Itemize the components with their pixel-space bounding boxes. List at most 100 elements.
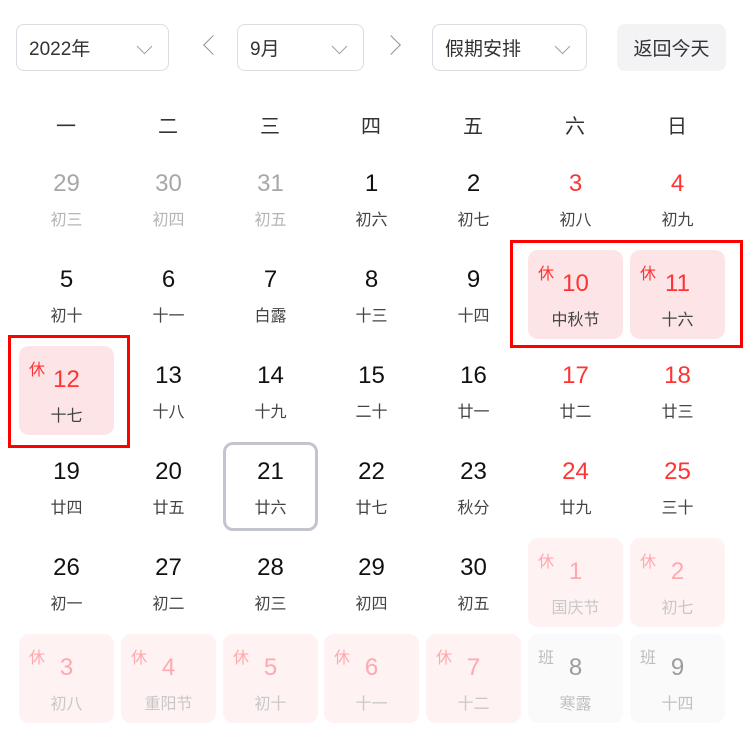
day-number: 15 [358,362,385,389]
lunar-date: 初九 [661,212,694,229]
day-cell[interactable]: 4 初九 [630,154,725,243]
back-to-today-button[interactable]: 返回今天 [617,24,726,71]
day-cell[interactable]: 班 9 十四 [630,634,725,723]
day-number: 30 [460,554,487,581]
day-number: 1 [364,170,379,197]
day-number: 26 [53,554,80,581]
lunar-date: 廿四 [50,500,83,517]
day-cell[interactable]: 9 十四 [426,250,521,339]
day-cell[interactable]: 19 廿四 [19,442,114,531]
day-cell[interactable]: 22 廿七 [324,442,419,531]
next-month-chevron-right-icon[interactable] [381,35,401,55]
day-cell[interactable]: 休 6 十一 [324,634,419,723]
lunar-date: 初五 [457,596,490,613]
lunar-date: 初六 [355,212,388,229]
lunar-date: 十一 [355,696,388,713]
day-cell[interactable]: 14 十九 [223,346,318,435]
lunar-date: 廿六 [254,500,287,517]
day-cell[interactable]: 休 5 初十 [223,634,318,723]
weekday-label: 二 [158,116,178,138]
day-number: 30 [155,170,182,197]
day-cell[interactable]: 2 初七 [426,154,521,243]
day-number: 10 [562,270,589,297]
day-cell[interactable]: 休 7 十二 [426,634,521,723]
month-select[interactable]: 9月 [237,24,364,71]
lunar-date: 十九 [254,404,287,421]
chevron-down-icon [331,38,348,55]
day-cell[interactable]: 休 3 初八 [19,634,114,723]
year-select[interactable]: 2022年 [16,24,169,71]
lunar-date: 初八 [50,696,83,713]
day-cell[interactable]: 休 2 初七 [630,538,725,627]
lunar-date: 初三 [254,596,287,613]
day-cell[interactable]: 18 廿三 [630,346,725,435]
day-number: 9 [466,266,481,293]
lunar-date: 重阳节 [144,696,193,713]
lunar-date: 十八 [152,404,185,421]
day-number: 11 [665,270,690,297]
day-cell[interactable]: 29 初四 [324,538,419,627]
day-number: 23 [460,458,487,485]
lunar-date: 三十 [661,500,694,517]
day-cell[interactable]: 30 初四 [121,154,216,243]
day-cell[interactable]: 29 初三 [19,154,114,243]
day-number: 16 [460,362,487,389]
day-cell[interactable]: 休 1 国庆节 [528,538,623,627]
day-cell[interactable]: 8 十三 [324,250,419,339]
lunar-date: 二十 [355,404,388,421]
day-number: 6 [364,654,379,681]
day-cell[interactable]: 31 初五 [223,154,318,243]
day-cell[interactable]: 23 秋分 [426,442,521,531]
lunar-date: 廿三 [661,404,694,421]
day-cell[interactable]: 休 10 中秋节 [528,250,623,339]
day-number: 19 [53,458,80,485]
day-cell[interactable]: 13 十八 [121,346,216,435]
weekday-label: 三 [260,116,280,138]
lunar-date: 廿一 [457,404,490,421]
day-number: 8 [364,266,379,293]
day-cell[interactable]: 1 初六 [324,154,419,243]
day-number: 3 [568,170,583,197]
day-cell[interactable]: 7 白露 [223,250,318,339]
day-cell[interactable]: 休 12 十七 [19,346,114,435]
day-number: 1 [568,558,583,585]
lunar-date: 初八 [559,212,592,229]
day-number: 4 [670,170,685,197]
holiday-select[interactable]: 假期安排 [432,24,587,71]
lunar-date: 初七 [457,212,490,229]
day-cell[interactable]: 6 十一 [121,250,216,339]
day-number: 25 [664,458,691,485]
lunar-date: 初七 [661,600,694,617]
day-cell[interactable]: 25 三十 [630,442,725,531]
day-number: 18 [664,362,691,389]
weekday-label: 一 [56,116,76,138]
day-cell[interactable]: 休 11 十六 [630,250,725,339]
day-number: 7 [466,654,481,681]
holiday-select-value: 假期安排 [445,39,522,60]
lunar-date: 十三 [355,308,388,325]
year-select-value: 2022年 [29,39,91,60]
day-number: 5 [59,266,74,293]
day-cell[interactable]: 21 廿六 [223,442,318,531]
day-cell[interactable]: 24 廿九 [528,442,623,531]
lunar-date: 廿七 [355,500,388,517]
day-cell[interactable]: 16 廿一 [426,346,521,435]
day-cell[interactable]: 班 8 寒露 [528,634,623,723]
lunar-date: 初三 [50,212,83,229]
prev-month-chevron-left-icon[interactable] [203,35,223,55]
lunar-date: 寒露 [559,696,592,713]
day-cell[interactable]: 5 初十 [19,250,114,339]
lunar-date: 初十 [50,308,83,325]
day-cell[interactable]: 休 4 重阳节 [121,634,216,723]
day-number: 24 [562,458,589,485]
day-number: 3 [59,654,74,681]
day-number: 5 [263,654,278,681]
day-cell[interactable]: 15 二十 [324,346,419,435]
day-cell[interactable]: 30 初五 [426,538,521,627]
day-cell[interactable]: 26 初一 [19,538,114,627]
day-cell[interactable]: 17 廿二 [528,346,623,435]
day-cell[interactable]: 20 廿五 [121,442,216,531]
day-cell[interactable]: 27 初二 [121,538,216,627]
day-cell[interactable]: 28 初三 [223,538,318,627]
day-cell[interactable]: 3 初八 [528,154,623,243]
